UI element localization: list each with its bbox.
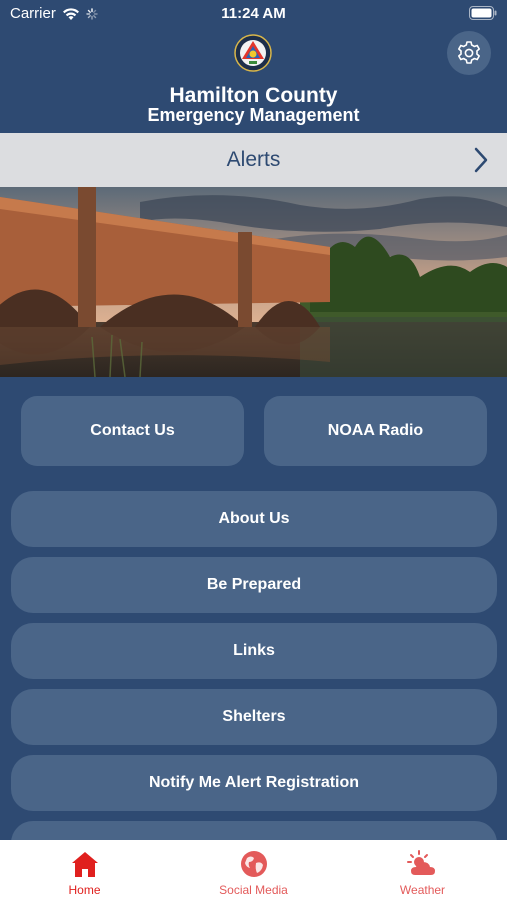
about-us-button[interactable]: About Us bbox=[11, 491, 497, 547]
be-prepared-label: Be Prepared bbox=[206, 576, 302, 593]
shelters-label: Shelters bbox=[222, 708, 286, 725]
alerts-bar[interactable]: Alerts bbox=[0, 133, 507, 187]
app-header: Hamilton County Emergency Management bbox=[0, 28, 507, 133]
links-label: Links bbox=[233, 642, 275, 659]
county-seal-logo bbox=[234, 34, 272, 72]
tab-weather-label: Weather bbox=[399, 883, 446, 897]
be-prepared-button[interactable]: Be Prepared bbox=[11, 557, 497, 613]
tab-weather[interactable]: Weather bbox=[338, 840, 507, 900]
noaa-radio-label: NOAA Radio bbox=[327, 422, 424, 439]
noaa-radio-button[interactable]: NOAA Radio bbox=[264, 396, 487, 466]
chevron-right-icon bbox=[474, 147, 488, 173]
cloud-sun-icon bbox=[406, 850, 435, 875]
about-us-label: About Us bbox=[218, 510, 290, 527]
shelters-button[interactable]: Shelters bbox=[11, 689, 497, 745]
alerts-label: Alerts bbox=[226, 148, 281, 171]
contact-us-label: Contact Us bbox=[90, 422, 175, 439]
bridge-photo bbox=[0, 187, 507, 377]
status-bar: Carrier 11:24 AM bbox=[0, 0, 507, 28]
app-screen: Carrier 11:24 AM Hamilton County Emergen… bbox=[0, 0, 507, 900]
status-time: 11:24 AM bbox=[221, 5, 286, 22]
tab-home-label: Home bbox=[68, 883, 101, 897]
gear-icon bbox=[458, 41, 480, 64]
tab-bar: Home Social Media Weather bbox=[0, 840, 507, 900]
app-subtitle: Emergency Management bbox=[147, 105, 360, 125]
notify-me-label: Notify Me Alert Registration bbox=[148, 774, 360, 791]
notify-me-button[interactable]: Notify Me Alert Registration bbox=[11, 755, 497, 811]
tab-home[interactable]: Home bbox=[0, 840, 169, 900]
tab-social-media-label: Social Media bbox=[219, 883, 288, 897]
battery-icon bbox=[469, 6, 497, 24]
settings-button[interactable] bbox=[447, 31, 491, 75]
links-button[interactable]: Links bbox=[11, 623, 497, 679]
globe-icon bbox=[240, 851, 267, 877]
contact-us-button[interactable]: Contact Us bbox=[21, 396, 244, 466]
tab-social-media[interactable]: Social Media bbox=[169, 840, 338, 900]
home-icon bbox=[71, 852, 98, 877]
